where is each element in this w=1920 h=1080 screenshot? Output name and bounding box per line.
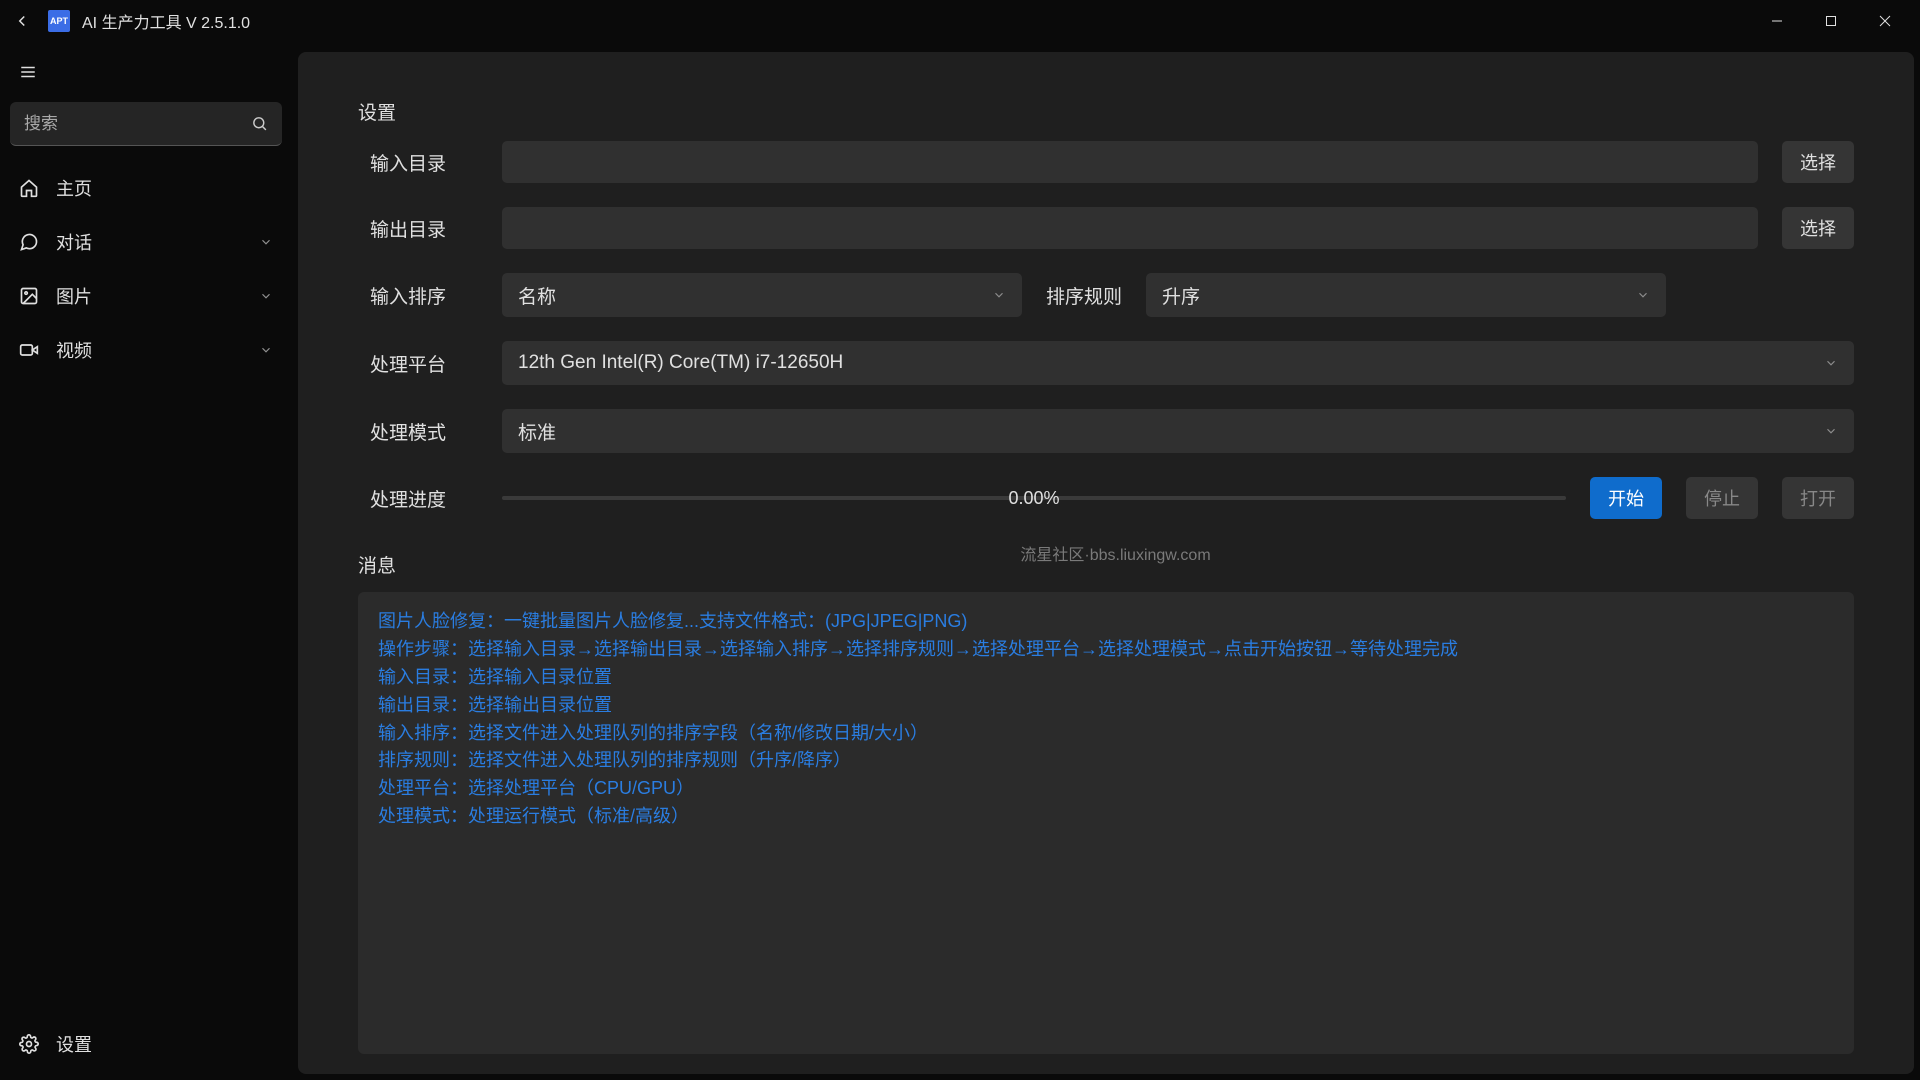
sort-rule-value: 升序	[1162, 282, 1200, 309]
search-icon	[251, 115, 268, 132]
message-line: 处理平台：选择处理平台（CPU/GPU）	[378, 775, 1834, 803]
app-title: AI 生产力工具 V 2.5.1.0	[82, 9, 250, 33]
titlebar: APT AI 生产力工具 V 2.5.1.0	[0, 0, 1920, 42]
message-line: 处理模式：处理运行模式（标准/高级）	[378, 803, 1834, 831]
video-icon	[18, 339, 40, 361]
chevron-down-icon	[258, 234, 274, 250]
sidebar: 主页 对话 图片 视频	[0, 42, 292, 1080]
row-input-dir: 输入目录 选择	[358, 141, 1854, 183]
sidebar-item-label: 对话	[56, 229, 242, 255]
row-mode: 处理模式 标准	[358, 409, 1854, 453]
chevron-down-icon	[992, 288, 1006, 302]
messages-box[interactable]: 图片人脸修复：一键批量图片人脸修复...支持文件格式：(JPG|JPEG|PNG…	[358, 592, 1854, 1054]
sidebar-item-label: 图片	[56, 283, 242, 309]
message-line: 图片人脸修复：一键批量图片人脸修复...支持文件格式：(JPG|JPEG|PNG…	[378, 608, 1834, 636]
message-line: 排序规则：选择文件进入处理队列的排序规则（升序/降序）	[378, 747, 1834, 775]
gear-icon	[18, 1033, 40, 1055]
platform-value: 12th Gen Intel(R) Core(TM) i7-12650H	[518, 352, 843, 374]
label-mode: 处理模式	[358, 418, 478, 445]
watermark-text: 流星社区·bbs.liuxingw.com	[1020, 541, 1210, 565]
row-platform: 处理平台 12th Gen Intel(R) Core(TM) i7-12650…	[358, 341, 1854, 385]
label-sort-field: 输入排序	[358, 282, 478, 309]
sidebar-item-image[interactable]: 图片	[0, 272, 292, 320]
label-progress: 处理进度	[358, 485, 478, 512]
chevron-down-icon	[1824, 424, 1838, 438]
progress-bar: 0.00%	[502, 488, 1566, 509]
settings-heading: 设置	[358, 98, 1854, 125]
arrow-left-icon	[13, 12, 31, 30]
row-output-dir: 输出目录 选择	[358, 207, 1854, 249]
hamburger-button[interactable]	[14, 58, 42, 86]
choose-output-dir-button[interactable]: 选择	[1782, 207, 1854, 249]
mode-value: 标准	[518, 418, 556, 445]
search-input[interactable]	[24, 114, 251, 134]
close-button[interactable]	[1858, 0, 1912, 42]
sort-rule-select[interactable]: 升序	[1146, 273, 1666, 317]
image-icon	[18, 285, 40, 307]
platform-select[interactable]: 12th Gen Intel(R) Core(TM) i7-12650H	[502, 341, 1854, 385]
progress-percent: 0.00%	[1000, 488, 1067, 509]
chevron-down-icon	[258, 288, 274, 304]
label-platform: 处理平台	[358, 350, 478, 377]
open-button[interactable]: 打开	[1782, 477, 1854, 519]
sidebar-item-home[interactable]: 主页	[0, 164, 292, 212]
chevron-down-icon	[1824, 356, 1838, 370]
input-dir-field[interactable]	[502, 141, 1758, 183]
home-icon	[18, 177, 40, 199]
message-line: 输入排序：选择文件进入处理队列的排序字段（名称/修改日期/大小）	[378, 720, 1834, 748]
chat-icon	[18, 231, 40, 253]
maximize-button[interactable]	[1804, 0, 1858, 42]
message-line: 输出目录：选择输出目录位置	[378, 692, 1834, 720]
sidebar-item-label: 设置	[56, 1031, 274, 1057]
sidebar-item-settings[interactable]: 设置	[0, 1020, 292, 1068]
maximize-icon	[1825, 15, 1837, 27]
start-button[interactable]: 开始	[1590, 477, 1662, 519]
search-box[interactable]	[10, 102, 282, 146]
chevron-down-icon	[1636, 288, 1650, 302]
message-line: 操作步骤：选择输入目录→选择输出目录→选择输入排序→选择排序规则→选择处理平台→…	[378, 636, 1834, 664]
back-button[interactable]	[8, 7, 36, 35]
minimize-button[interactable]	[1750, 0, 1804, 42]
mode-select[interactable]: 标准	[502, 409, 1854, 453]
row-progress: 处理进度 0.00% 开始 停止 打开	[358, 477, 1854, 519]
close-icon	[1879, 15, 1891, 27]
sort-field-value: 名称	[518, 282, 556, 309]
message-line: 输入目录：选择输入目录位置	[378, 664, 1834, 692]
sort-field-select[interactable]: 名称	[502, 273, 1022, 317]
sidebar-item-chat[interactable]: 对话	[0, 218, 292, 266]
label-sort-rule: 排序规则	[1046, 282, 1122, 309]
sidebar-item-video[interactable]: 视频	[0, 326, 292, 374]
minimize-icon	[1771, 15, 1783, 27]
chevron-down-icon	[258, 342, 274, 358]
app-icon: APT	[48, 10, 70, 32]
row-sort: 输入排序 名称 排序规则 升序	[358, 273, 1854, 317]
choose-input-dir-button[interactable]: 选择	[1782, 141, 1854, 183]
sidebar-item-label: 视频	[56, 337, 242, 363]
main-panel: 设置 输入目录 选择 输出目录 选择 输入排序 名称 排序规则 升序 处理平台	[298, 52, 1914, 1074]
output-dir-field[interactable]	[502, 207, 1758, 249]
label-output-dir: 输出目录	[358, 215, 478, 242]
stop-button[interactable]: 停止	[1686, 477, 1758, 519]
sidebar-item-label: 主页	[56, 175, 274, 201]
hamburger-icon	[19, 63, 37, 81]
label-input-dir: 输入目录	[358, 149, 478, 176]
